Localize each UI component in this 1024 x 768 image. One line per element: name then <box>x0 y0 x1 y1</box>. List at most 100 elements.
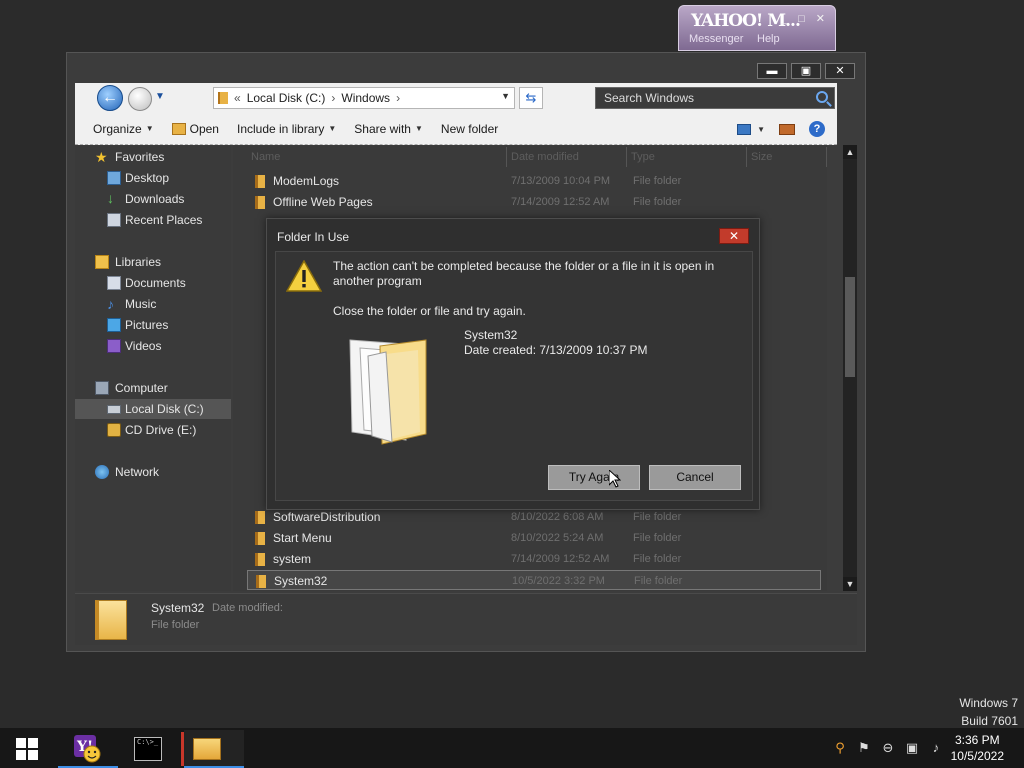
system-clock[interactable]: 3:36 PM 10/5/2022 <box>951 732 1004 764</box>
forward-button[interactable] <box>128 87 152 111</box>
window-controls: ▬ ▣ ✕ <box>757 63 855 79</box>
sidebar-item-cd-drive[interactable]: CD Drive (E:) <box>75 420 231 440</box>
details-type: File folder <box>151 619 200 631</box>
new-folder-button[interactable]: New folder <box>441 122 498 136</box>
table-row-selected[interactable]: System32 10/5/2022 3:32 PM File folder <box>247 570 821 590</box>
yahoo-messenger-label[interactable]: Messenger <box>689 33 743 45</box>
folder-in-use-dialog: Folder In Use ✕ The action can't be comp… <box>266 218 760 510</box>
try-again-button[interactable]: Try Again <box>548 465 640 490</box>
open-button[interactable]: Open <box>171 122 219 136</box>
sidebar-item-pictures[interactable]: Pictures <box>75 315 231 335</box>
back-button[interactable]: ← <box>97 85 123 111</box>
folder-icon <box>95 600 127 640</box>
sidebar-item-desktop[interactable]: Desktop <box>75 168 231 188</box>
file-date: 8/10/2022 5:24 AM <box>511 532 604 544</box>
network-tray-icon[interactable]: ⊖ <box>880 740 896 756</box>
sidebar-label: Favorites <box>115 150 165 164</box>
breadcrumb-windows[interactable]: Windows <box>341 91 390 105</box>
file-name: system <box>273 552 312 566</box>
preview-pane-icon[interactable] <box>779 123 795 135</box>
scroll-up-icon[interactable]: ▲ <box>843 145 857 159</box>
address-dropdown-icon[interactable]: ▼ <box>501 91 510 101</box>
column-header-name[interactable]: Name <box>247 147 507 167</box>
view-dropdown-icon[interactable]: ▼ <box>757 125 765 134</box>
scroll-down-icon[interactable]: ▼ <box>843 577 857 591</box>
os-version-label: Windows 7 Build 7601 <box>959 694 1018 730</box>
sidebar-label: Computer <box>115 381 168 395</box>
yahoo-messenger-icon: Y! <box>74 735 101 763</box>
taskbar-yahoo-messenger[interactable]: Y! <box>58 730 118 768</box>
taskbar-windows-explorer[interactable] <box>184 730 244 768</box>
organize-menu[interactable]: Organize ▼ <box>93 122 154 136</box>
table-row[interactable]: ModemLogs 7/13/2009 10:04 PM File folder <box>247 171 821 191</box>
chevron-right-icon[interactable]: › <box>396 91 400 105</box>
minimize-button[interactable]: ▬ <box>757 63 787 79</box>
share-with-menu[interactable]: Share with ▼ <box>354 122 423 136</box>
vertical-scrollbar[interactable]: ▲ ▼ <box>843 145 857 591</box>
maximize-button[interactable]: ▣ <box>791 63 821 79</box>
search-tray-icon[interactable]: ⚲ <box>832 740 848 756</box>
address-bar[interactable]: « Local Disk (C:) › Windows › ▼ <box>213 87 515 109</box>
yahoo-messenger-widget[interactable]: YAHOO! M... Messenger Help _ □ ✕ <box>678 5 836 51</box>
yahoo-help-link[interactable]: Help <box>757 33 780 45</box>
include-in-library-menu[interactable]: Include in library ▼ <box>237 122 336 136</box>
breadcrumb-overflow[interactable]: « <box>234 91 241 105</box>
sidebar-item-network[interactable]: Network <box>75 462 231 482</box>
table-row[interactable]: Offline Web Pages 7/14/2009 12:52 AM Fil… <box>247 192 821 212</box>
computer-icon <box>95 381 109 395</box>
scrollbar-thumb[interactable] <box>845 277 855 377</box>
sidebar-item-favorites[interactable]: ★ Favorites <box>75 147 231 167</box>
table-row[interactable]: SoftwareDistribution 8/10/2022 6:08 AM F… <box>247 507 821 527</box>
file-date: 10/5/2022 3:32 PM <box>512 575 605 587</box>
sidebar-item-local-disk[interactable]: Local Disk (C:) <box>75 399 231 419</box>
sidebar-item-libraries[interactable]: Libraries <box>75 252 231 272</box>
change-view-icon[interactable] <box>737 123 752 135</box>
explorer-folder-icon <box>193 738 221 760</box>
navigation-bar: ← ▼ « Local Disk (C:) › Windows › ▼ ⇆ Se… <box>75 83 837 113</box>
clock-date: 10/5/2022 <box>950 749 1004 763</box>
column-header-date-modified[interactable]: Date modified <box>507 147 627 167</box>
libraries-icon <box>95 255 109 269</box>
column-header-type[interactable]: Type <box>627 147 747 167</box>
yahoo-window-controls[interactable]: _ □ ✕ <box>781 12 829 25</box>
sidebar-label: Pictures <box>125 318 169 332</box>
dialog-folder-name: System32 <box>464 328 518 342</box>
sidebar-item-music[interactable]: ♪ Music <box>75 294 231 314</box>
taskbar-command-prompt[interactable]: C:\>_ <box>118 730 178 768</box>
sidebar-item-videos[interactable]: Videos <box>75 336 231 356</box>
dialog-body: The action can't be completed because th… <box>275 251 753 501</box>
folder-icon <box>255 511 265 524</box>
command-prompt-icon: C:\>_ <box>134 737 162 761</box>
file-type: File folder <box>633 196 682 208</box>
cancel-button[interactable]: Cancel <box>649 465 741 490</box>
action-center-flag-icon[interactable]: ⚑ <box>856 740 872 756</box>
sidebar-item-documents[interactable]: Documents <box>75 273 231 293</box>
refresh-button[interactable]: ⇆ <box>519 87 543 109</box>
sidebar-item-downloads[interactable]: ↓ Downloads <box>75 189 231 209</box>
folder-icon <box>256 575 266 588</box>
column-header-size[interactable]: Size <box>747 147 827 167</box>
windows-logo-icon <box>28 738 38 748</box>
start-button[interactable] <box>16 738 38 760</box>
file-type: File folder <box>633 175 682 187</box>
dialog-close-button[interactable]: ✕ <box>719 228 749 244</box>
chevron-right-icon[interactable]: › <box>331 91 335 105</box>
search-input[interactable]: Search Windows <box>595 87 835 109</box>
sidebar-item-computer[interactable]: Computer <box>75 378 231 398</box>
search-placeholder: Search Windows <box>604 91 695 105</box>
display-tray-icon[interactable]: ▣ <box>904 740 920 756</box>
table-row[interactable]: Start Menu 8/10/2022 5:24 AM File folder <box>247 528 821 548</box>
breadcrumb-local-disk[interactable]: Local Disk (C:) <box>247 91 326 105</box>
share-with-label: Share with <box>354 121 411 136</box>
recent-pages-dropdown-icon[interactable]: ▼ <box>155 91 165 102</box>
volume-icon[interactable]: ♪ <box>928 740 944 756</box>
close-button[interactable]: ✕ <box>825 63 855 79</box>
sidebar-label: CD Drive (E:) <box>125 423 197 437</box>
folder-icon <box>255 532 265 545</box>
folder-icon <box>255 196 265 209</box>
sidebar-item-recent-places[interactable]: Recent Places <box>75 210 231 230</box>
help-icon[interactable]: ? <box>809 121 825 137</box>
table-row[interactable]: system 7/14/2009 12:52 AM File folder <box>247 549 821 569</box>
file-date: 7/14/2009 12:52 AM <box>511 196 610 208</box>
search-icon[interactable] <box>816 91 828 103</box>
